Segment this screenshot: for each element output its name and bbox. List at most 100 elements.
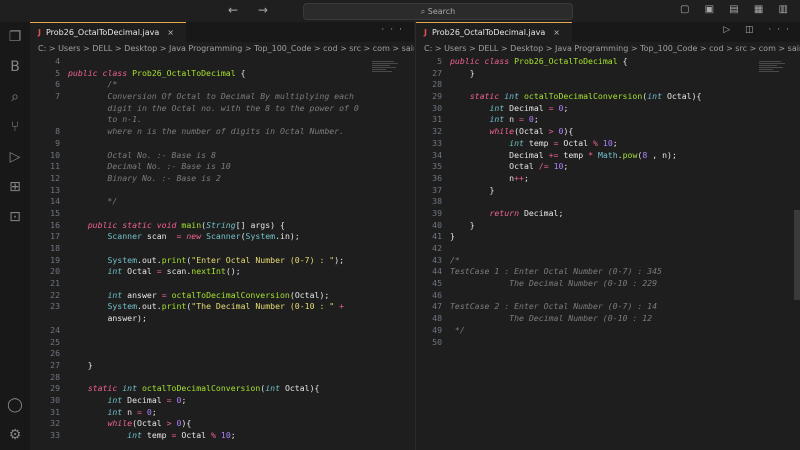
- code-line[interactable]: 32 while(Octal > 0){: [30, 418, 414, 430]
- code-line[interactable]: 24: [30, 325, 414, 337]
- code-line[interactable]: 10 Octal No. :- Base is 8: [30, 150, 414, 162]
- code-line[interactable]: 37 }: [416, 185, 800, 197]
- line-number: 30: [432, 102, 442, 113]
- code-line[interactable]: 31 int n = 0;: [416, 114, 800, 126]
- code-line[interactable]: 28: [30, 372, 414, 384]
- code-line[interactable]: 42: [416, 243, 800, 255]
- breadcrumb[interactable]: C: > Users > DELL > Desktop > Java Progr…: [30, 42, 414, 56]
- code-line[interactable]: 20 int Octal = scan.nextInt();: [30, 266, 414, 278]
- line-number: 27: [432, 67, 442, 78]
- code-editor[interactable]: 5 public class Prob26_OctalToDecimal {27 …: [416, 56, 800, 348]
- code-line[interactable]: 19 System.out.print("Enter Octal Number …: [30, 255, 414, 267]
- code-line[interactable]: to n-1.: [30, 114, 414, 126]
- run-debug-icon[interactable]: ▷: [6, 148, 24, 166]
- code-text: int n = 0;: [107, 406, 157, 417]
- remote-icon[interactable]: ⊡: [6, 208, 24, 226]
- line-number: 33: [432, 137, 442, 148]
- code-line[interactable]: 40 }: [416, 220, 800, 232]
- tab-prob26-left[interactable]: J Prob26_OctalToDecimal.java ×: [30, 22, 186, 43]
- code-line[interactable]: 47 TestCase 2 : Enter Octal Number (0-7) …: [416, 301, 800, 313]
- code-editor[interactable]: 4 5 public class Prob26_OctalToDecimal {6 …: [30, 56, 414, 442]
- code-line[interactable]: 17 Scanner scan = new Scanner(System.in)…: [30, 231, 414, 243]
- tab-prob26-right[interactable]: J Prob26_OctalToDecimal.java ×: [416, 22, 572, 43]
- code-line[interactable]: 46: [416, 290, 800, 302]
- code-line[interactable]: 27 }: [30, 360, 414, 372]
- minimap[interactable]: [372, 60, 402, 120]
- code-line[interactable]: 22 int answer = octalToDecimalConversion…: [30, 290, 414, 302]
- code-line[interactable]: 18: [30, 243, 414, 255]
- code-line[interactable]: 43 /*: [416, 255, 800, 267]
- code-text: public class Prob26_OctalToDecimal {: [450, 56, 628, 66]
- search-icon[interactable]: ⌕: [6, 88, 24, 106]
- code-line[interactable]: 29 static int octalToDecimalConversion(i…: [416, 91, 800, 103]
- code-line[interactable]: 30 int Decimal = 0;: [416, 103, 800, 115]
- code-line[interactable]: 12 Binary No. :- Base is 2: [30, 173, 414, 185]
- activity-bar: ❐ B ⌕ ⑂ ▷ ⊞ ⊡ ◯ ⚙: [0, 22, 30, 450]
- code-line[interactable]: 48 The Decimal Number (0-10 : 12: [416, 313, 800, 325]
- layout-icons[interactable]: ▢ ▣ ▤ ▦ ▥: [680, 4, 794, 15]
- close-icon[interactable]: ×: [553, 28, 560, 37]
- scrollbar-thumb[interactable]: [794, 210, 800, 300]
- more-actions-icon[interactable]: ···: [381, 25, 408, 35]
- code-line[interactable]: 13: [30, 185, 414, 197]
- explorer-icon[interactable]: ❐: [6, 28, 24, 46]
- nav-arrows-icon[interactable]: ← →: [228, 3, 276, 17]
- extensions-icon[interactable]: ⊞: [6, 178, 24, 196]
- code-line[interactable]: 35 Octal /= 10;: [416, 161, 800, 173]
- code-line[interactable]: 23 System.out.print("The Decimal Number …: [30, 301, 414, 313]
- code-line[interactable]: 49 */: [416, 325, 800, 337]
- code-line[interactable]: 5 public class Prob26_OctalToDecimal {: [416, 56, 800, 68]
- breadcrumb[interactable]: C: > Users > DELL > Desktop > Java Progr…: [416, 42, 800, 56]
- code-line[interactable]: 27 }: [416, 68, 800, 80]
- code-line[interactable]: answer);: [30, 313, 414, 325]
- close-icon[interactable]: ×: [167, 28, 174, 37]
- code-line[interactable]: 33 int temp = Octal % 10;: [30, 430, 414, 442]
- code-text: */: [68, 196, 118, 207]
- account-icon[interactable]: ◯: [6, 396, 24, 414]
- search-input[interactable]: ⌕ Search: [303, 3, 573, 20]
- code-line[interactable]: 8 where n is the number of digits in Oct…: [30, 126, 414, 138]
- code-text: }: [450, 231, 455, 242]
- code-line[interactable]: 33 int temp = Octal % 10;: [416, 138, 800, 150]
- code-line[interactable]: 29 static int octalToDecimalConversion(i…: [30, 383, 414, 395]
- code-line[interactable]: digit in the Octal no. with the 8 to the…: [30, 103, 414, 115]
- minimap[interactable]: [759, 60, 789, 120]
- source-control-icon[interactable]: ⑂: [6, 118, 24, 136]
- code-text: Conversion Of Octal to Decimal By multip…: [68, 91, 354, 102]
- vertical-scrollbar[interactable]: [793, 60, 800, 450]
- code-line[interactable]: 32 while(Octal > 0){: [416, 126, 800, 138]
- code-line[interactable]: 36 n++;: [416, 173, 800, 185]
- code-line[interactable]: 38: [416, 196, 800, 208]
- line-number: 26: [50, 348, 60, 359]
- code-line[interactable]: 34 Decimal += temp * Math.pow(8 , n);: [416, 150, 800, 162]
- code-text: int Octal = scan.nextInt();: [107, 266, 241, 277]
- code-line[interactable]: 50: [416, 337, 800, 349]
- code-line[interactable]: 4: [30, 56, 414, 68]
- line-number: 37: [432, 184, 442, 195]
- code-line[interactable]: 21: [30, 278, 414, 290]
- code-line[interactable]: 5 public class Prob26_OctalToDecimal {: [30, 68, 414, 80]
- code-line[interactable]: 31 int n = 0;: [30, 407, 414, 419]
- code-line[interactable]: 9: [30, 138, 414, 150]
- code-line[interactable]: 44 TestCase 1 : Enter Octal Number (0-7) …: [416, 266, 800, 278]
- code-line[interactable]: 16 public static void main(String[] args…: [30, 220, 414, 232]
- line-number: 47: [432, 301, 442, 312]
- code-line[interactable]: 7 Conversion Of Octal to Decimal By mult…: [30, 91, 414, 103]
- code-text: Binary No. :- Base is 2: [68, 172, 221, 183]
- code-line[interactable]: 15: [30, 208, 414, 220]
- code-line[interactable]: 28: [416, 79, 800, 91]
- code-line[interactable]: 6 /*: [30, 79, 414, 91]
- settings-gear-icon[interactable]: ⚙: [6, 426, 24, 444]
- code-line[interactable]: 45 The Decimal Number (0-10 : 229: [416, 278, 800, 290]
- code-text: int temp = Octal % 10;: [509, 137, 618, 148]
- code-line[interactable]: 14 */: [30, 196, 414, 208]
- code-line[interactable]: 41}: [416, 231, 800, 243]
- code-line[interactable]: 26: [30, 348, 414, 360]
- code-line[interactable]: 30 int Decimal = 0;: [30, 395, 414, 407]
- code-line[interactable]: 25: [30, 337, 414, 349]
- b-icon[interactable]: B: [6, 58, 24, 76]
- code-line[interactable]: 39 return Decimal;: [416, 208, 800, 220]
- run-split-more-icons[interactable]: ▷ ◫ ···: [723, 25, 795, 35]
- line-number: 35: [432, 161, 442, 172]
- code-line[interactable]: 11 Decimal No. :- Base is 10: [30, 161, 414, 173]
